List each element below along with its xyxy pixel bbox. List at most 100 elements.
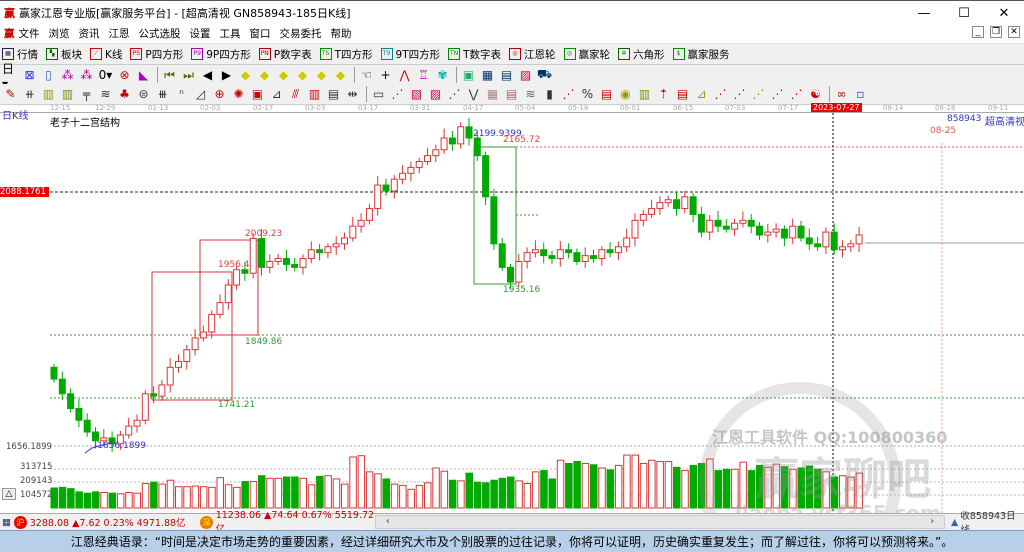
bell-icon[interactable]: ♣ (116, 86, 133, 103)
bar-type-icon[interactable]: 0▾ (97, 67, 114, 84)
toolbar-button-5[interactable]: PN P数字表 (258, 47, 312, 62)
gold-d-icon[interactable]: ▥ (636, 86, 653, 103)
angle-icon[interactable]: ◿ (192, 86, 209, 103)
grid-icon[interactable]: ▤ (325, 86, 342, 103)
calendar-icon[interactable]: ▣ (460, 67, 477, 84)
toolbar-button-11[interactable]: ✡ 六角形 (618, 47, 665, 62)
gold-coin-icon[interactable]: ◉ (617, 86, 634, 103)
toolbar-button-7[interactable]: T9 9T四方形 (380, 47, 440, 62)
zoom-3-icon[interactable]: ◆ (275, 67, 292, 84)
fan-b-icon[interactable]: ▥ (306, 86, 323, 103)
hand-icon[interactable]: ☜ (358, 67, 375, 84)
menu-item-8[interactable]: 交易委托 (280, 26, 322, 41)
zoom-6-icon[interactable]: ◆ (332, 67, 349, 84)
fan-c-icon[interactable]: ⋰ (389, 86, 406, 103)
fan-d-icon[interactable]: ▧ (408, 86, 425, 103)
mdi-close-button[interactable]: ✕ (1008, 26, 1020, 38)
close-button[interactable]: ✕ (984, 1, 1024, 25)
kline-chart[interactable]: 日K线 老子十二宫结构 858943 超高清视 08-25 2088.1761 … (0, 111, 1024, 552)
target-icon[interactable]: ⊕ (211, 86, 228, 103)
spiral-icon[interactable]: ≋ (97, 86, 114, 103)
angle-b-icon[interactable]: ⋰ (731, 86, 748, 103)
percent-icon[interactable]: % (579, 86, 596, 103)
menu-item-6[interactable]: 工具 (220, 26, 241, 41)
gold-f-icon[interactable]: ⊿ (693, 86, 710, 103)
toolbar-button-3[interactable]: PS P四方形 (130, 47, 183, 62)
toolbar-button-2[interactable]: ⟋ K线 (90, 47, 122, 62)
shanghai-index[interactable]: 3288.08 ▲7.62 0.23% 4971.88亿 (30, 515, 197, 529)
zoom-5-icon[interactable]: ◆ (313, 67, 330, 84)
save-icon[interactable]: ▨ (517, 67, 534, 84)
hash-icon[interactable]: ⧺ (21, 86, 38, 103)
period-day-icon[interactable]: 日▾ (2, 62, 19, 91)
box-x-icon[interactable]: ▣ (249, 86, 266, 103)
trade-icon[interactable]: ⛟ (536, 67, 553, 84)
fan-e-icon[interactable]: ▨ (427, 86, 444, 103)
menu-item-9[interactable]: 帮助 (331, 26, 352, 41)
grid-b-icon[interactable]: ▦ (484, 86, 501, 103)
toolbar-button-1[interactable]: ▚ 板块 (46, 47, 82, 62)
gold-a-icon[interactable]: ▥ (40, 86, 57, 103)
fork-icon[interactable]: ╤ (78, 86, 95, 103)
cross-out-icon[interactable]: ⊗ (116, 67, 133, 84)
trend-icon[interactable]: ⋀ (396, 67, 413, 84)
expand-panel-button[interactable]: △ (2, 488, 16, 500)
yinyang-icon[interactable]: ∞ (833, 86, 850, 103)
slash-icon[interactable]: ⊿ (268, 86, 285, 103)
mdi-minimize-button[interactable]: _ (972, 26, 984, 38)
mdi-restore-button[interactable]: ❐ (990, 26, 1002, 38)
percent-fan-icon[interactable]: ⋰ (560, 86, 577, 103)
horizontal-scrollbar[interactable]: ‹ › (375, 515, 945, 529)
zoom-4-icon[interactable]: ◆ (294, 67, 311, 84)
menu-item-7[interactable]: 窗口 (250, 26, 271, 41)
zoom-1-icon[interactable]: ◆ (237, 67, 254, 84)
n2-icon[interactable]: ⁿ (173, 86, 190, 103)
angle-f-icon[interactable]: ☯ (807, 86, 824, 103)
notes-icon[interactable]: ▤ (498, 67, 515, 84)
star-icon[interactable]: ✺ (230, 86, 247, 103)
span-icon[interactable]: ⇹ (344, 86, 361, 103)
menu-item-0[interactable]: 文件 (19, 26, 40, 41)
col-icon[interactable]: ▮ (541, 86, 558, 103)
gold-c-icon[interactable]: ▤ (598, 86, 615, 103)
globe-icon[interactable]: ✾ (434, 67, 451, 84)
next-icon[interactable]: ▶ (218, 67, 235, 84)
toolbar-button-12[interactable]: $ 赢家服务 (672, 47, 730, 62)
angle-e-icon[interactable]: ⋰ (788, 86, 805, 103)
pen-icon[interactable]: ✎ (2, 86, 19, 103)
angle-c-icon[interactable]: ⋰ (750, 86, 767, 103)
toolbar-button-4[interactable]: P9 9P四方形 (191, 47, 251, 62)
flag-icon[interactable]: ◣ (135, 67, 152, 84)
toolbar-button-9[interactable]: ◎ 江恩轮 (509, 47, 556, 62)
doc-icon[interactable]: ▯ (40, 67, 57, 84)
indicator-b-icon[interactable]: ⁂ (78, 67, 95, 84)
gold-e-icon[interactable]: ▤ (674, 86, 691, 103)
v-icon[interactable]: ⋁ (465, 86, 482, 103)
menu-item-1[interactable]: 浏览 (49, 26, 70, 41)
lines-icon[interactable]: ⧻ (154, 86, 171, 103)
minimize-button[interactable]: — (904, 1, 944, 25)
maximize-button[interactable]: ☐ (944, 1, 984, 25)
circle-grid-icon[interactable]: ⊜ (135, 86, 152, 103)
infinity-icon[interactable]: ▫ (852, 86, 869, 103)
arrow-icon[interactable]: ⇡ (655, 86, 672, 103)
chart-type-icon[interactable]: ⊠ (21, 67, 38, 84)
fan-a-icon[interactable]: ⫻ (287, 86, 304, 103)
zoom-2-icon[interactable]: ◆ (256, 67, 273, 84)
first-icon[interactable]: ⏮ (161, 67, 178, 84)
menu-item-3[interactable]: 江恩 (109, 26, 130, 41)
angle-a-icon[interactable]: ⋰ (712, 86, 729, 103)
quote-board-icon[interactable]: ▦ (2, 517, 11, 528)
box-icon[interactable]: ▭ (370, 86, 387, 103)
toolbar-button-10[interactable]: ◎ 赢家轮 (563, 47, 610, 62)
shirt-icon[interactable]: ♖ (415, 67, 432, 84)
prev-icon[interactable]: ◀ (199, 67, 216, 84)
calculator-icon[interactable]: ▦ (479, 67, 496, 84)
stripes-icon[interactable]: ≋ (522, 86, 539, 103)
grid-c-icon[interactable]: ▤ (503, 86, 520, 103)
menu-item-4[interactable]: 公式选股 (139, 26, 181, 41)
crosshair-icon[interactable]: + (377, 67, 394, 84)
pen-b-icon[interactable]: ⋰ (446, 86, 463, 103)
toolbar-button-8[interactable]: TN T数字表 (448, 47, 501, 62)
gold-b-icon[interactable]: ▥ (59, 86, 76, 103)
